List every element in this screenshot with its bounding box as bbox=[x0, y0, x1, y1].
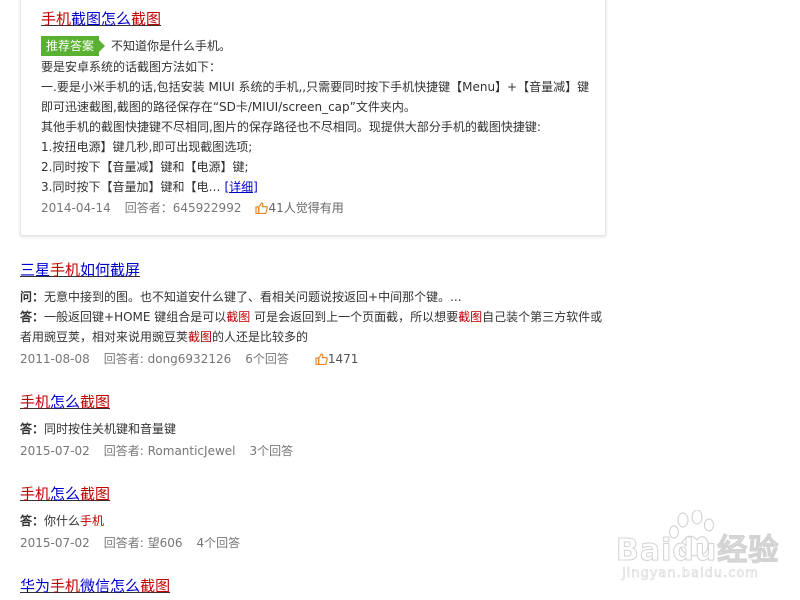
title-part[interactable]: 怎么 bbox=[50, 485, 80, 503]
result-title[interactable]: 手机怎么截图 bbox=[20, 392, 610, 412]
title-part[interactable]: 怎么 bbox=[101, 10, 131, 28]
answer-line-last: 3.同时按下【音量加】键和【电… [详细] bbox=[41, 177, 601, 197]
watermark-logo-text: Baidu经验 bbox=[615, 533, 780, 569]
result-meta: 2015-07-02 回答者: 望606 4个回答 bbox=[20, 534, 610, 552]
answer-part: 你什么 bbox=[44, 514, 81, 528]
result-answer: 答：一般返回键+HOME 键组合是可以截图 可是会返回到上一个页面截，所以想要截… bbox=[20, 307, 610, 347]
result-item: 手机怎么截图 答：同时按住关机键和音量键 2015-07-02 回答者: Roma… bbox=[20, 392, 610, 460]
result-title[interactable]: 华为手机微信怎么截图 bbox=[20, 576, 610, 596]
answer-part: 可是会返回到上一个页面截，所以想要 bbox=[250, 310, 459, 324]
answer-count: 6个回答 bbox=[245, 352, 289, 366]
answer-line: 其他手机的截图快捷键不尽相同,图片的保存路径也不尽相同。现提供大部分手机的截图快… bbox=[41, 120, 541, 134]
result-item: 三星手机如何截屏 问：无意中接到的图。也不知道安什么键了、看相关问题说按返回+中… bbox=[20, 260, 610, 368]
title-part[interactable]: 怎么 bbox=[110, 577, 140, 595]
watermark-url: jingyan.baidu.com bbox=[622, 566, 759, 582]
result-title[interactable]: 三星手机如何截屏 bbox=[20, 260, 610, 280]
thumbs-up-icon bbox=[315, 353, 328, 365]
featured-answer-card: 手机截图怎么截图 推荐答案 不知道你是什么手机。 要是安卓系统的话截图方法如下： … bbox=[20, 0, 606, 236]
details-link[interactable]: [详细] bbox=[224, 180, 257, 194]
result-meta: 2015-07-02 回答者: RomanticJewel 3个回答 bbox=[20, 442, 610, 460]
answerer: 回答者：645922992 bbox=[124, 201, 242, 215]
answer-part: 手机 bbox=[80, 514, 105, 528]
answer-date: 2014-04-14 bbox=[41, 201, 111, 215]
question-text: 无意中接到的图。也不知道安什么键了、看相关问题说按返回+中间那个键。... bbox=[44, 290, 462, 304]
answerer: 回答者: RomanticJewel bbox=[103, 444, 236, 458]
title-part[interactable]: 华为 bbox=[20, 577, 50, 595]
answer-part: 同时按住关机键和音量键 bbox=[44, 422, 177, 436]
title-part[interactable]: 截图 bbox=[71, 10, 101, 28]
answer-line: 要是安卓系统的话截图方法如下： bbox=[41, 60, 222, 74]
result-title[interactable]: 手机怎么截图 bbox=[20, 484, 610, 504]
title-part[interactable]: 怎么 bbox=[50, 393, 80, 411]
search-results-page: 手机截图怎么截图 推荐答案 不知道你是什么手机。 要是安卓系统的话截图方法如下： … bbox=[0, 0, 800, 600]
answer-label: 答： bbox=[20, 310, 45, 324]
answer-part: 的人还是比较多的 bbox=[212, 330, 309, 344]
baidu-jingyan-watermark: Baidu经验 jingyan.baidu.com bbox=[610, 510, 800, 600]
useful-count: 41人觉得有用 bbox=[268, 201, 344, 215]
title-part[interactable]: 手机 bbox=[41, 10, 71, 28]
result-question: 问：无意中接到的图。也不知道安什么键了、看相关问题说按返回+中间那个键。... bbox=[20, 287, 610, 307]
result-answer: 答：你什么手机 bbox=[20, 511, 610, 531]
result-date: 2015-07-02 bbox=[20, 536, 90, 550]
title-part[interactable]: 三星 bbox=[20, 261, 50, 279]
recommended-row: 推荐答案 不知道你是什么手机。 bbox=[41, 36, 231, 56]
answer-line: 一.要是小米手机的话,包括安装 MIUI 系统的手机,,只需要同时按下手机快捷键… bbox=[41, 80, 590, 114]
title-part[interactable]: 如何截屏 bbox=[80, 261, 140, 279]
answer-part: 一般返回键+HOME 键组合是可以 bbox=[44, 310, 227, 324]
title-part[interactable]: 手机 bbox=[20, 393, 50, 411]
title-part[interactable]: 截图 bbox=[80, 393, 110, 411]
title-part[interactable]: 手机 bbox=[50, 577, 80, 595]
result-item: 手机怎么截图 答：你什么手机 2015-07-02 回答者: 望606 4个回答 bbox=[20, 484, 610, 552]
answer-count: 4个回答 bbox=[196, 536, 241, 550]
answer-part: 截图 bbox=[226, 310, 251, 324]
title-part[interactable]: 微信 bbox=[80, 577, 110, 595]
answer-part: 截图 bbox=[458, 310, 483, 324]
title-part[interactable]: 截图 bbox=[80, 485, 110, 503]
answerer: 回答者: dong6932126 bbox=[103, 352, 232, 366]
title-part[interactable]: 手机 bbox=[50, 261, 80, 279]
featured-answer-title[interactable]: 手机截图怎么截图 bbox=[41, 9, 161, 29]
result-meta: 2011-08-08 回答者: dong6932126 6个回答 1471 bbox=[20, 350, 610, 368]
recommended-badge: 推荐答案 bbox=[41, 36, 106, 56]
title-part[interactable]: 手机 bbox=[20, 485, 50, 503]
result-date: 2011-08-08 bbox=[20, 352, 90, 366]
answer-label: 答： bbox=[20, 422, 45, 436]
question-label: 问： bbox=[20, 290, 45, 304]
result-date: 2015-07-02 bbox=[20, 444, 90, 458]
result-item: 华为手机微信怎么截图 bbox=[20, 576, 610, 596]
title-part[interactable]: 截图 bbox=[131, 10, 161, 28]
like-count: 1471 bbox=[327, 352, 359, 366]
answer-part: 截图 bbox=[188, 330, 213, 344]
result-answer: 答：同时按住关机键和音量键 bbox=[20, 419, 610, 439]
answer-line: 1.按扭电源】键几秒,即可出现截图选项; bbox=[41, 140, 253, 154]
answer-label: 答： bbox=[20, 514, 45, 528]
answerer: 回答者: 望606 bbox=[103, 536, 183, 550]
answer-line: 2.同时按下【音量减】键和【电源】键; bbox=[41, 160, 249, 174]
answer-line-text: 3.同时按下【音量加】键和【电… bbox=[41, 180, 221, 194]
featured-answer-body: 要是安卓系统的话截图方法如下： 一.要是小米手机的话,包括安装 MIUI 系统的… bbox=[41, 57, 601, 197]
answer-count: 3个回答 bbox=[249, 444, 294, 458]
featured-answer-meta: 2014-04-14 回答者：645922992 41人觉得有用 bbox=[41, 199, 344, 217]
title-part[interactable]: 截图 bbox=[140, 577, 170, 595]
answer-intro: 不知道你是什么手机。 bbox=[111, 39, 232, 53]
thumbs-up-icon bbox=[255, 202, 269, 214]
